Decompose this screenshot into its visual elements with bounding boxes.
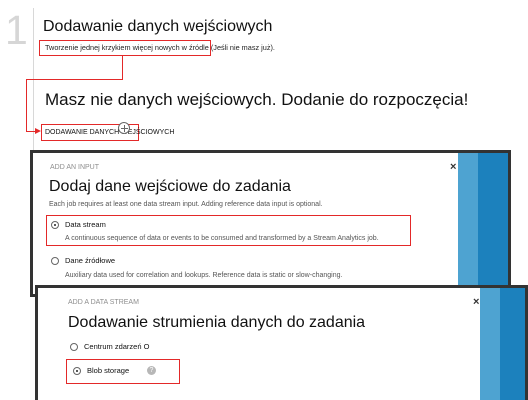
- close-icon[interactable]: ×: [473, 296, 479, 308]
- add-input-link[interactable]: DODAWANIE DANYCH WEJŚCIOWYCH: [45, 129, 174, 136]
- add-circle-icon[interactable]: [118, 122, 130, 134]
- step-number: 1: [5, 7, 28, 53]
- dialog-title: Dodaj dane wejściowe do zadania: [49, 178, 291, 195]
- data-stream-option-description: A continuous sequence of data or events …: [65, 235, 379, 242]
- dialog-header-label: ADD AN INPUT: [50, 164, 100, 171]
- dialog-header-label: ADD A DATA STREAM: [68, 299, 139, 306]
- dialog-title: Dodawanie strumienia danych do zadania: [68, 314, 366, 331]
- dialog-panel: ADD A DATA STREAM × Dodawanie strumienia…: [38, 288, 483, 400]
- help-icon[interactable]: ?: [147, 366, 156, 375]
- reference-data-radio[interactable]: [51, 257, 59, 265]
- dialog-panel: ADD AN INPUT × Dodaj dane wejściowe do z…: [33, 153, 460, 294]
- blob-storage-option-label[interactable]: Blob storage: [87, 366, 129, 375]
- data-stream-option-label[interactable]: Data stream: [65, 220, 106, 229]
- event-hub-option-label[interactable]: Centrum zdarzeń O: [84, 342, 149, 351]
- side-panel-bar: [478, 153, 508, 294]
- subtitle-highlight: [39, 40, 211, 56]
- data-stream-radio[interactable]: [51, 221, 59, 229]
- side-panel-stripe: [480, 288, 500, 400]
- side-panel-stripe: [458, 153, 478, 294]
- annotation-connector: [26, 79, 123, 80]
- add-input-dialog: ADD AN INPUT × Dodaj dane wejściowe do z…: [30, 150, 511, 297]
- event-hub-radio[interactable]: [70, 343, 78, 351]
- reference-data-option-description: Auxiliary data used for correlation and …: [65, 272, 343, 279]
- empty-state-heading: Masz nie danych wejściowych. Dodanie do …: [45, 90, 469, 109]
- step-title: Dodawanie danych wejściowych: [43, 18, 273, 35]
- blob-storage-radio[interactable]: [73, 367, 81, 375]
- close-icon[interactable]: ×: [450, 161, 456, 173]
- tutorial-screenshot: 1 Dodawanie danych wejściowych Tworzenie…: [0, 0, 528, 400]
- dialog-description: Each job requires at least one data stre…: [49, 201, 323, 208]
- add-data-stream-dialog: ADD A DATA STREAM × Dodawanie strumienia…: [35, 285, 528, 400]
- side-panel-bar: [500, 288, 525, 400]
- annotation-connector: [122, 56, 123, 79]
- reference-data-option-label[interactable]: Dane źródłowe: [65, 256, 115, 265]
- annotation-connector: [26, 79, 27, 131]
